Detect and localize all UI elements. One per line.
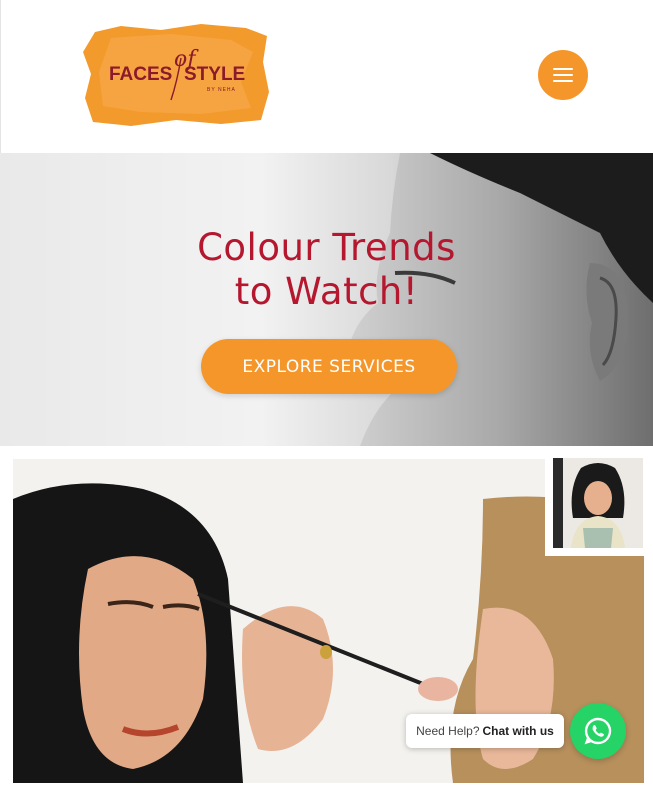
hero-banner: Colour Trends to Watch! EXPLORE SERVICES xyxy=(0,153,653,446)
explore-services-button[interactable]: EXPLORE SERVICES xyxy=(201,339,457,394)
hamburger-menu-icon xyxy=(553,68,573,83)
menu-toggle-button[interactable] xyxy=(538,50,588,100)
chat-with-us-text: Chat with us xyxy=(482,724,554,738)
artist-thumbnail[interactable] xyxy=(545,452,647,556)
logo-tagline: BY NEHA xyxy=(207,87,236,93)
site-header: FACES STYLE of BY NEHA xyxy=(0,0,653,153)
chat-help-bubble[interactable]: Need Help? Chat with us xyxy=(406,714,564,748)
need-help-text: Need Help? xyxy=(416,724,480,738)
logo-word-faces: FACES xyxy=(109,64,172,85)
logo-graphic: FACES STYLE of BY NEHA xyxy=(83,24,269,126)
whatsapp-chat-button[interactable] xyxy=(570,703,626,759)
faces-of-style-logo[interactable]: FACES STYLE of BY NEHA xyxy=(81,22,271,128)
whatsapp-icon xyxy=(584,717,612,745)
thumbnail-image xyxy=(553,458,643,548)
hero-title-line-1: Colour Trends xyxy=(197,226,456,269)
hero-title: Colour Trends to Watch! xyxy=(0,226,653,314)
hero-title-line-2: to Watch! xyxy=(234,270,419,313)
